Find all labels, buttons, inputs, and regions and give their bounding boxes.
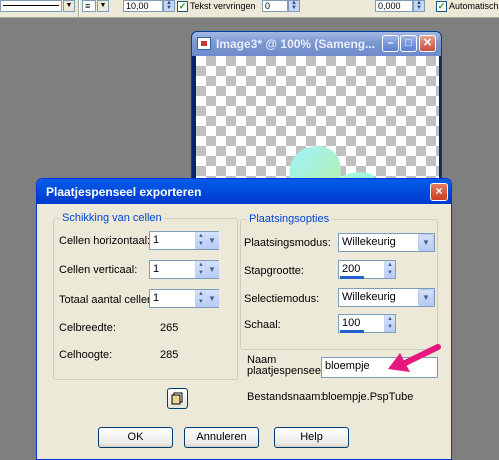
cell-width-value: 265 [160,322,179,334]
close-button[interactable]: ✕ [419,35,436,52]
cell-height-value: 285 [160,349,179,361]
join-style-dropdown[interactable]: ≡ [82,0,96,12]
anti-alias-label: Tekst vervringen [190,1,256,11]
placement-options-group: Plaatsingsopties Plaatsingsmodus: Willek… [240,213,438,350]
angle-spinner[interactable]: ▲ ▼ [288,0,300,12]
close-icon: × [435,184,443,198]
chevron-down-icon[interactable]: ▼ [418,234,434,251]
chevron-down-icon[interactable]: ▼ [418,289,434,306]
anti-alias-checkbox[interactable]: ✓ [177,1,188,12]
size-field[interactable]: 10,00 [123,0,163,12]
chevron-down-icon[interactable]: ▼ [204,290,219,307]
cell-width-label: Celbreedte: [59,322,116,334]
selection-mode-select[interactable]: Willekeurig ▼ [338,288,435,307]
group-title: Schikking van cellen [60,212,164,224]
cells-horizontal-field[interactable]: 1 ▲ ▼ ▼ [149,231,219,250]
pointer-arrow [388,344,441,372]
field-value: 1 [153,263,160,275]
placement-mode-select[interactable]: Willekeurig ▼ [338,233,435,252]
image-window-titlebar[interactable]: Image3* @ 100% (Sameng... – □ ✕ [192,32,441,56]
image-canvas[interactable] [196,56,439,190]
flower-image [251,146,379,190]
property-toolbar: ▼ ≡ ▼ 10,00 ▲ ▼ ✓ Tekst vervringen 0 ▲ ▼ 0… [0,0,499,18]
dialog-titlebar[interactable]: Plaatjespenseel exporteren × [37,179,451,204]
filename-label: Bestandsnaam: [247,391,324,403]
dialog-title: Plaatjespenseel exporteren [46,185,202,199]
minimize-button[interactable]: – [382,35,399,52]
maximize-button[interactable]: □ [400,35,417,52]
label-line: plaatjespenseel: [247,365,327,377]
select-value: Willekeurig [342,236,396,248]
chevron-down-icon[interactable]: ▼ [63,0,75,12]
ok-button[interactable]: OK [98,427,173,448]
field-value: bloempje [325,360,370,372]
cells-horizontal-label: Cellen horizontaal: [59,235,151,247]
auto-label: Automatisch [449,1,499,11]
chevron-down-icon[interactable]: ▼ [204,232,219,249]
group-title: Plaatsingsopties [247,213,332,225]
cells-vertical-label: Cellen verticaal: [59,264,138,276]
spinner-arrows[interactable]: ▲ ▼ [384,315,395,332]
image-window: Image3* @ 100% (Sameng... – □ ✕ [191,31,442,191]
select-value: Willekeurig [342,291,396,303]
field-value: 1 [153,292,160,304]
scale-slider[interactable] [340,330,364,333]
image-window-title: Image3* @ 100% (Sameng... [216,37,376,51]
scale-label: Schaal: [244,319,281,331]
chevron-down-icon[interactable]: ▼ [204,261,219,278]
field-value: 1 [153,234,160,246]
auto-checkbox[interactable]: ✓ [436,1,447,12]
cell-height-label: Celhoogte: [59,349,113,361]
leading-field[interactable]: 0,000 [375,0,413,12]
step-size-label: Stapgrootte: [244,265,304,277]
size-spinner[interactable]: ▲ ▼ [163,0,175,12]
field-value: 200 [342,263,361,275]
angle-field[interactable]: 0 [262,0,288,12]
chevron-down-icon[interactable]: ▼ [97,0,109,12]
tube-name-label: Naam plaatjespenseel: [247,355,327,377]
placement-mode-label: Plaatsingsmodus: [244,237,331,249]
dialog-close-button[interactable]: × [430,183,448,201]
spinner-arrows[interactable]: ▲ ▼ [384,261,395,278]
export-picture-tube-dialog: Plaatjespenseel exporteren × Schikking v… [36,178,452,460]
cell-arrangement-group: Schikking van cellen Cellen horizontaal:… [53,212,238,380]
help-button[interactable]: Help [274,427,349,448]
toolbar-separator [78,0,80,17]
field-value: 100 [342,317,361,329]
line-style-dropdown[interactable] [0,0,62,12]
browse-folder-button[interactable] [167,388,188,409]
cells-vertical-field[interactable]: 1 ▲ ▼ ▼ [149,260,219,279]
image-icon [197,37,211,50]
leading-spinner[interactable]: ▲ ▼ [413,0,425,12]
selection-mode-label: Selectiemodus: [244,293,320,305]
cancel-button[interactable]: Annuleren [184,427,259,448]
total-cells-field[interactable]: 1 ▲ ▼ ▼ [149,289,219,308]
copy-icon [171,392,183,405]
filename-value: bloempje.PspTube [322,391,414,403]
step-slider[interactable] [340,276,364,279]
total-cells-label: Totaal aantal cellen: [59,294,157,306]
